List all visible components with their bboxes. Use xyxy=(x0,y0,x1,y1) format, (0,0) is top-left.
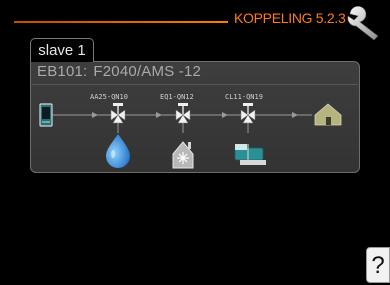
flow-arrow-2 xyxy=(156,112,162,118)
device-model: F2040/AMS -12 xyxy=(93,63,202,80)
outdoor-unit-icon xyxy=(39,103,53,127)
water-drop-icon xyxy=(106,134,130,168)
pool-heater-icon xyxy=(234,144,266,165)
cooling-unit-icon xyxy=(172,141,194,169)
flow-arrow-4 xyxy=(292,112,298,118)
system-diagram xyxy=(39,103,342,169)
device-id: EB101: xyxy=(37,63,88,80)
page-title: KOPPELING 5.2.3 xyxy=(234,10,346,26)
help-button[interactable]: ? xyxy=(366,247,390,283)
device-label: EB101: F2040/AMS -12 xyxy=(37,63,207,80)
house-icon xyxy=(314,103,342,126)
valve-icon-1 xyxy=(110,103,126,133)
wrench-icon[interactable] xyxy=(344,6,388,40)
flow-arrow-3 xyxy=(222,112,228,118)
valve-icon-2 xyxy=(175,103,191,133)
screen: KOPPELING 5.2.3 slave 1 EB101: F2040/AMS … xyxy=(0,0,390,285)
valve-icon-3 xyxy=(240,103,256,133)
tab-slave-1[interactable]: slave 1 xyxy=(30,38,94,62)
header-line xyxy=(14,21,228,23)
flow-arrow-1 xyxy=(92,112,98,118)
